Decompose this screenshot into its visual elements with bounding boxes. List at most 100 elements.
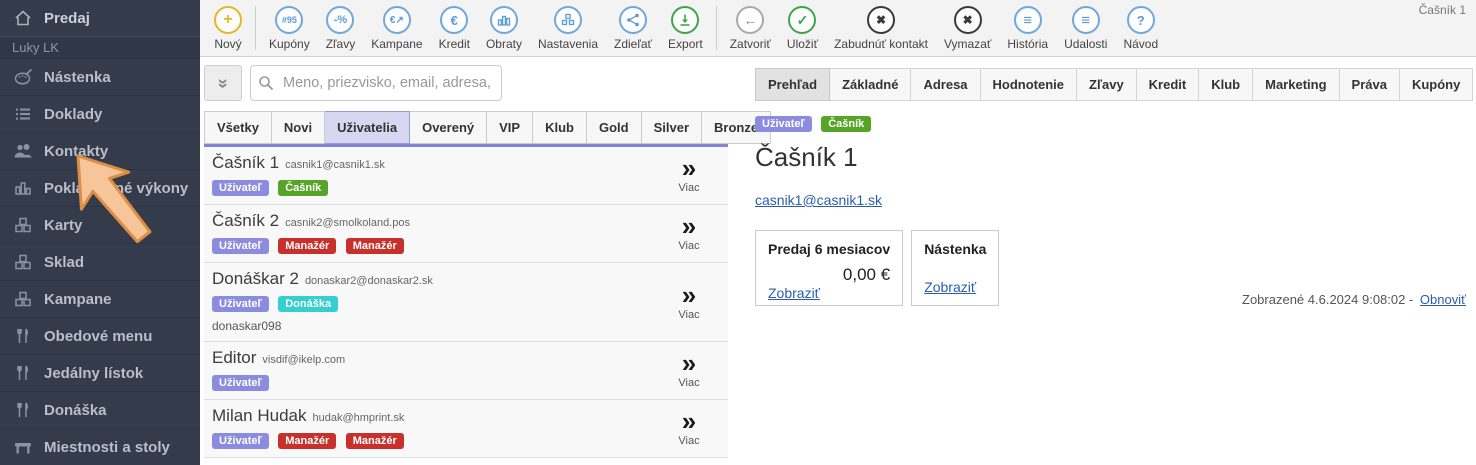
discount-icon: -% — [326, 6, 354, 34]
contact-row[interactable]: Čašník 2casnik2@smolkoland.pos Uživateľ … — [204, 205, 728, 263]
toolbar-button-navod[interactable]: ? Návod — [1115, 0, 1166, 51]
toolbar-button-kredit[interactable]: € Kredit — [431, 0, 478, 51]
tab-vip[interactable]: VIP — [487, 111, 533, 144]
card-title: Predaj 6 mesiacov — [768, 241, 890, 257]
sidebar-item-donaska[interactable]: Donáška — [0, 392, 200, 429]
toolbar-button-obraty[interactable]: Obraty — [478, 0, 530, 51]
toolbar-button-kupony[interactable]: #95 Kupóny — [261, 0, 318, 51]
tab-novi[interactable]: Novi — [272, 111, 325, 144]
more-button[interactable]: » Viac — [650, 348, 728, 391]
sidebar-item-kampane[interactable]: Kampane — [0, 281, 200, 318]
cubes-icon — [12, 216, 34, 234]
more-button[interactable]: » Viac — [650, 406, 728, 449]
contact-row[interactable]: Čašník 1casnik1@casnik1.sk Uživateľ Čašn… — [204, 147, 728, 205]
tab-prava[interactable]: Práva — [1340, 68, 1400, 101]
search-icon — [258, 75, 274, 91]
sidebar-item-karty[interactable]: Karty — [0, 207, 200, 244]
toolbar-button-historia[interactable]: ≡ História — [999, 0, 1056, 51]
list-icon — [12, 105, 34, 123]
sidebar-item-kontakty[interactable]: Kontakty — [0, 133, 200, 170]
role-badge: Uživateľ — [755, 116, 812, 132]
help-icon: ? — [1127, 6, 1155, 34]
contact-list-panel: » Všetky Novi Uživatelia Overený VIP Klu… — [200, 57, 740, 458]
app-window: Predaj Luky LK Nástenka Doklady Kontakty — [0, 0, 1476, 465]
events-lines-icon: ≡ — [1072, 6, 1100, 34]
nastenka-card: Nástenka Zobraziť — [911, 230, 999, 306]
sidebar-item-predaj[interactable]: Predaj — [0, 0, 200, 36]
contact-name: Čašník 2 — [212, 211, 279, 230]
sidebar-item-sklad[interactable]: Sklad — [0, 244, 200, 281]
contact-row[interactable]: Editorvisdif@ikelp.com Uživateľ » Viac — [204, 342, 728, 400]
credit-icon: € — [440, 6, 468, 34]
toolbar-button-novy[interactable]: + Nový — [206, 0, 250, 51]
plus-icon: + — [214, 6, 242, 34]
tab-vsetky[interactable]: Všetky — [204, 111, 272, 144]
more-button[interactable]: » Viac — [650, 211, 728, 254]
tab-klub[interactable]: Klub — [1199, 68, 1253, 101]
toolbar-divider — [716, 6, 717, 50]
tab-hodnotenie[interactable]: Hodnotenie — [981, 68, 1078, 101]
status-bar: Zobrazené 4.6.2024 9:08:02 - Obnoviť — [1242, 292, 1466, 307]
toolbar-button-zatvorit[interactable]: ← Zatvoriť — [722, 0, 779, 51]
sidebar-item-obedove-menu[interactable]: Obedové menu — [0, 318, 200, 355]
role-badge: Manažér — [278, 238, 336, 254]
more-button[interactable]: » Viac — [650, 269, 728, 333]
table-icon — [12, 438, 34, 456]
toolbar-button-kampane[interactable]: €↗ Kampane — [363, 0, 430, 51]
sidebar-item-jedalny-listok[interactable]: Jedálny lístok — [0, 355, 200, 392]
tab-zakladne[interactable]: Základné — [830, 68, 911, 101]
tab-marketing[interactable]: Marketing — [1253, 68, 1339, 101]
delete-icon: ✖ — [954, 6, 982, 34]
card-show-link[interactable]: Zobraziť — [768, 285, 890, 301]
sidebar-item-doklady[interactable]: Doklady — [0, 96, 200, 133]
tab-silver[interactable]: Silver — [642, 111, 702, 144]
chevrons-right-icon: » — [682, 155, 696, 181]
tab-gold[interactable]: Gold — [587, 111, 642, 144]
toolbar-button-vymazat[interactable]: ✖ Vymazať — [936, 0, 999, 51]
more-button[interactable]: » Viac — [650, 153, 728, 196]
more-label: Viac — [678, 309, 699, 321]
contact-row[interactable]: Donáškar 2donaskar2@donaskar2.sk Uživate… — [204, 263, 728, 342]
role-badge: Čašník — [821, 116, 871, 132]
role-badge: Uživateľ — [212, 433, 269, 449]
toolbar-button-udalosti[interactable]: ≡ Udalosti — [1056, 0, 1115, 51]
cutlery-icon — [12, 401, 34, 419]
contact-row[interactable]: Milan Hudakhudak@hmprint.sk Uživateľ Man… — [204, 400, 728, 458]
contact-email-link[interactable]: casnik1@casnik1.sk — [755, 192, 882, 208]
card-show-link[interactable]: Zobraziť — [924, 279, 986, 295]
search-input[interactable] — [250, 65, 502, 101]
sidebar-item-nastenka[interactable]: Nástenka — [0, 59, 200, 96]
campaign-icon: €↗ — [383, 6, 411, 34]
role-badge: Manažér — [346, 238, 404, 254]
toolbar-button-zabudnut-kontakt[interactable]: ✖ Zabudnúť kontakt — [826, 0, 936, 51]
tab-overeny[interactable]: Overený — [410, 111, 487, 144]
home-icon — [12, 9, 34, 27]
tab-prehlad[interactable]: Prehľad — [755, 68, 830, 101]
toolbar-button-zlavy[interactable]: -% Zľavy — [318, 0, 364, 51]
contact-badges: Uživateľ Manažér Manažér — [212, 431, 650, 449]
search-box — [250, 65, 502, 101]
role-badge: Manažér — [278, 433, 336, 449]
toolbar: + Nový #95 Kupóny -% Zľavy €↗ Kampane € … — [200, 0, 1476, 57]
toolbar-button-ulozit[interactable]: ✓ Uložiť — [779, 0, 826, 51]
sidebar-item-miestnosti-a-stoly[interactable]: Miestnosti a stoly — [0, 429, 200, 465]
contact-row-main: Editorvisdif@ikelp.com Uživateľ — [212, 348, 650, 391]
role-badge: Uživateľ — [212, 180, 269, 196]
toolbar-button-zdielat[interactable]: Zdieľať — [606, 0, 660, 51]
sidebar-item-pokladnicne-vykony[interactable]: Pokladničné výkony — [0, 170, 200, 207]
cutlery-icon — [12, 364, 34, 382]
contact-name: Čašník 1 — [212, 153, 279, 172]
toolbar-button-nastavenia[interactable]: Nastavenia — [530, 0, 606, 51]
refresh-link[interactable]: Obnoviť — [1420, 292, 1466, 307]
filter-tabs: Všetky Novi Uživatelia Overený VIP Klub … — [204, 111, 740, 144]
search-expander-button[interactable]: » — [204, 65, 242, 101]
chevrons-right-icon: » — [682, 282, 696, 308]
tab-uzivatelia[interactable]: Uživatelia — [325, 111, 410, 144]
toolbar-button-export[interactable]: Export — [660, 0, 711, 51]
tab-zlavy[interactable]: Zľavy — [1077, 68, 1137, 101]
tab-klub[interactable]: Klub — [533, 111, 587, 144]
tab-kredit[interactable]: Kredit — [1137, 68, 1200, 101]
contact-email: casnik2@smolkoland.pos — [285, 217, 410, 229]
tab-kupony[interactable]: Kupóny — [1400, 68, 1473, 101]
tab-adresa[interactable]: Adresa — [911, 68, 980, 101]
